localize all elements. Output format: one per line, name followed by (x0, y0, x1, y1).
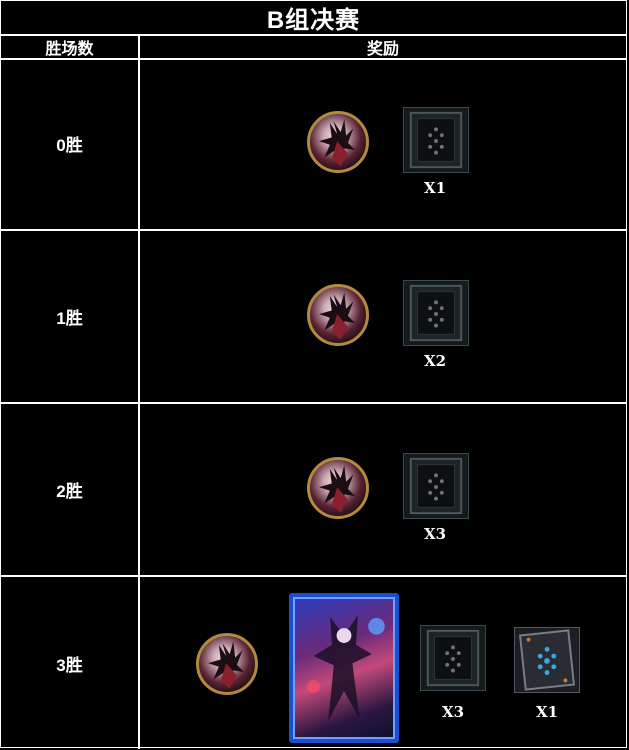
avatar-icon (307, 284, 369, 346)
page-title: B组决赛 (1, 1, 626, 36)
rewards-cell: X1 (140, 58, 626, 229)
card-pack-icon (403, 280, 469, 346)
table-row: 2胜 X3 (1, 404, 626, 577)
quantity-label: X1 (535, 703, 559, 721)
table-row: 0胜 X1 (1, 58, 626, 231)
card-pack-icon (420, 625, 486, 691)
table-row: 1胜 X2 (1, 231, 626, 404)
rewards-cell: X3 (140, 404, 626, 575)
avatar-icon (307, 457, 369, 519)
table-header: 胜场数 奖励 (1, 36, 626, 60)
wins-cell: 0胜 (1, 58, 140, 229)
header-rewards: 奖励 (366, 41, 399, 58)
quantity-label: X3 (423, 525, 447, 543)
quantity-label: X2 (423, 352, 447, 370)
wins-cell: 1胜 (1, 231, 140, 402)
rewards-cell: X3 X1 (140, 577, 626, 749)
legendary-card-icon (289, 593, 399, 743)
header-wins: 胜场数 (1, 36, 140, 58)
avatar-icon (307, 111, 369, 173)
quantity-label: X1 (423, 179, 447, 197)
quantity-label: X3 (441, 703, 465, 721)
table-row: 3胜 X3 X1 (1, 577, 626, 749)
wins-cell: 2胜 (1, 404, 140, 575)
reward-table: B组决赛 胜场数 奖励 0胜 X1 1胜 X2 2胜 X3 3胜 X3 X1 (0, 0, 627, 749)
wins-cell: 3胜 (1, 577, 140, 749)
special-card-pack-icon (514, 627, 580, 693)
card-pack-icon (403, 453, 469, 519)
card-pack-icon (403, 107, 469, 173)
avatar-icon (196, 633, 258, 695)
rewards-cell: X2 (140, 231, 626, 402)
